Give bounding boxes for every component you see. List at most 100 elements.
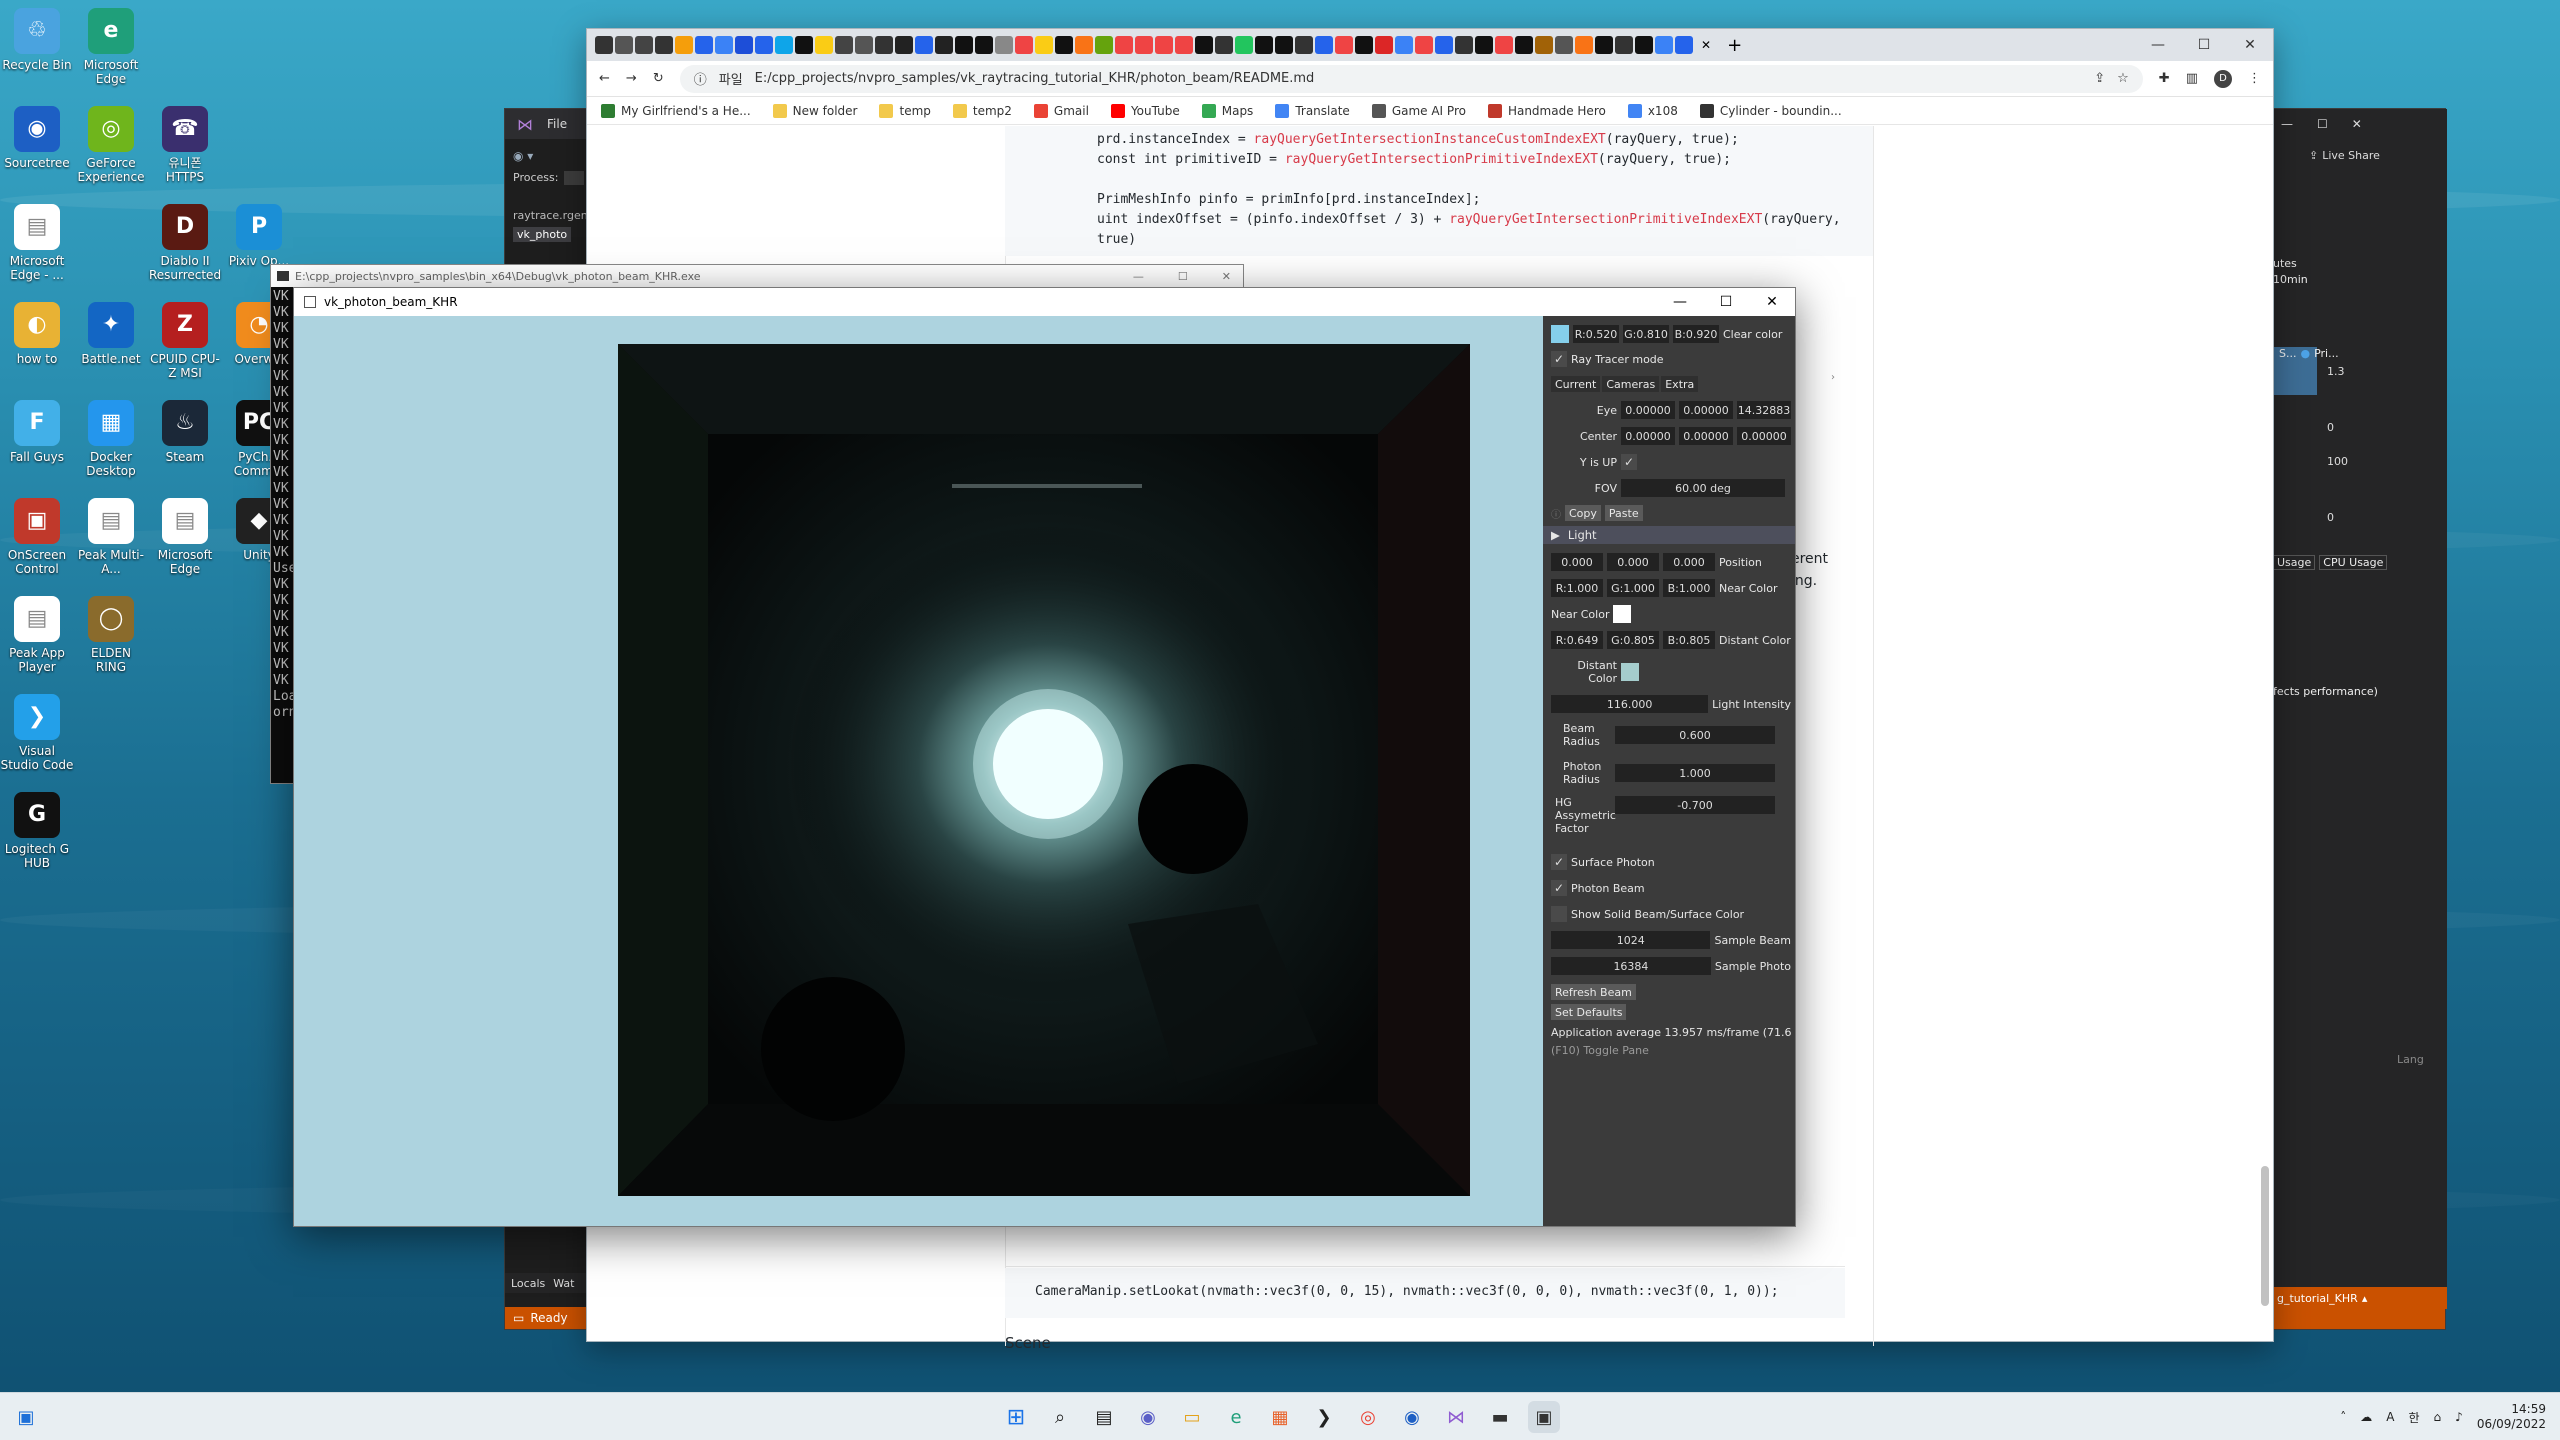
clear-color-g[interactable]: G:0.810	[1623, 325, 1669, 343]
browser-tab-favicon[interactable]	[1195, 36, 1213, 54]
close-icon[interactable]: ✕	[1222, 270, 1231, 283]
surface-photon-checkbox[interactable]: ✓	[1551, 854, 1567, 870]
clock[interactable]: 14:59 06/09/2022	[2477, 1402, 2546, 1432]
desktop-icon[interactable]: ♲ Recycle Bin	[0, 8, 74, 72]
desktop-icon[interactable]: F Fall Guys	[0, 400, 74, 464]
y-is-up-checkbox[interactable]: ✓	[1621, 454, 1637, 470]
browser-scrollbar[interactable]	[2261, 1166, 2269, 1306]
browser-tab-favicon[interactable]	[1455, 36, 1473, 54]
minimize-icon[interactable]: —	[2281, 117, 2293, 131]
browser-tab-favicon[interactable]	[1435, 36, 1453, 54]
browser-tab-favicon[interactable]	[635, 36, 653, 54]
eye-z[interactable]: 14.32883	[1737, 401, 1791, 419]
browser-tab-favicon[interactable]	[735, 36, 753, 54]
vs-live-share[interactable]: ⇪ Live Share	[2309, 149, 2380, 162]
fov-slider[interactable]: 60.00 deg	[1621, 479, 1785, 497]
hg-factor-slider[interactable]: -0.700	[1615, 796, 1775, 814]
forward-arrow-icon[interactable]: →	[626, 71, 637, 86]
console-taskbar-icon[interactable]: ▬	[1484, 1401, 1516, 1433]
desktop-icon[interactable]: ◎ GeForce Experience	[74, 106, 148, 184]
desktop-icon[interactable]: ▤ Peak Multi-A...	[74, 498, 148, 576]
maximize-icon[interactable]: ☐	[1178, 270, 1188, 283]
terminal-icon[interactable]: ❯	[1308, 1401, 1340, 1433]
distant-color-b[interactable]: B:0.805	[1663, 631, 1715, 649]
bookmark-item[interactable]: Maps	[1201, 103, 1253, 118]
browser-tab-favicon[interactable]	[1515, 36, 1533, 54]
browser-tab-favicon[interactable]	[1295, 36, 1313, 54]
desktop-icon[interactable]: ◯ ELDEN RING	[74, 596, 148, 674]
desktop-icon[interactable]: ✦ Battle.net	[74, 302, 148, 366]
browser-tab-favicon[interactable]	[975, 36, 993, 54]
browser-tab-favicon[interactable]	[1035, 36, 1053, 54]
bookmark-item[interactable]: YouTube	[1110, 103, 1180, 118]
copy-button[interactable]: Copy	[1565, 505, 1601, 521]
ray-tracer-mode-checkbox[interactable]: ✓	[1551, 351, 1567, 367]
browser-tab-favicon[interactable]	[815, 36, 833, 54]
minimize-icon[interactable]: —	[2135, 29, 2181, 61]
tab-extra[interactable]: Extra	[1661, 376, 1699, 392]
distant-color-r[interactable]: R:0.649	[1551, 631, 1603, 649]
vs-branch[interactable]: g_tutorial_KHR	[2277, 1292, 2358, 1305]
position-z[interactable]: 0.000	[1663, 553, 1715, 571]
close-icon[interactable]: ✕	[1749, 288, 1795, 316]
bookmark-item[interactable]: Gmail	[1033, 103, 1089, 118]
bookmark-item[interactable]: Game AI Pro	[1371, 103, 1466, 118]
clear-color-swatch[interactable]	[1551, 325, 1569, 343]
vs-usage-tab[interactable]: Usage	[2273, 555, 2316, 570]
browser-tab-favicon[interactable]	[1135, 36, 1153, 54]
clear-color-r[interactable]: R:0.520	[1573, 325, 1619, 343]
browser-tab-favicon[interactable]	[1475, 36, 1493, 54]
vs-tab-raytrace[interactable]: raytrace.rgen	[513, 209, 588, 222]
bookmark-item[interactable]: New folder	[772, 103, 857, 118]
photon-radius-slider[interactable]: 1.000	[1615, 764, 1775, 782]
kebab-menu-icon[interactable]: ⋮	[2248, 71, 2261, 86]
desktop-icon[interactable]: ▤ Peak App Player	[0, 596, 74, 674]
desktop-icon[interactable]: ◐ how to	[0, 302, 74, 366]
browser-tab-favicon[interactable]	[1635, 36, 1653, 54]
tab-cameras[interactable]: Cameras	[1602, 376, 1660, 392]
browser-tab-favicon[interactable]	[655, 36, 673, 54]
browser-tab-favicon[interactable]	[795, 36, 813, 54]
star-icon[interactable]: ☆	[2117, 71, 2129, 86]
edge-icon[interactable]: e	[1220, 1401, 1252, 1433]
browser-tab-favicon[interactable]	[1615, 36, 1633, 54]
browser-tab-favicon[interactable]	[1375, 36, 1393, 54]
reload-icon[interactable]: ↻	[653, 71, 664, 86]
browser-tab-favicon[interactable]	[675, 36, 693, 54]
browser-tab-favicon[interactable]	[995, 36, 1013, 54]
browser-tab-favicon[interactable]	[1275, 36, 1293, 54]
browser-tab-favicon[interactable]	[1395, 36, 1413, 54]
desktop-icon[interactable]: ❯ Visual Studio Code	[0, 694, 74, 772]
vs-watch-tab[interactable]: Wat	[553, 1277, 574, 1290]
tray-chevron-up-icon[interactable]: ˄	[2340, 1410, 2346, 1424]
desktop-icon[interactable]: G Logitech G HUB	[0, 792, 74, 870]
url-text[interactable]: E:/cpp_projects/nvpro_samples/vk_raytrac…	[755, 71, 1315, 86]
browser-tab-favicon[interactable]	[715, 36, 733, 54]
bookmark-item[interactable]: temp	[879, 103, 931, 118]
browser-tab-favicon[interactable]	[875, 36, 893, 54]
browser-tab-favicon[interactable]	[1315, 36, 1333, 54]
vk-app-taskbar-icon[interactable]: ▣	[1528, 1401, 1560, 1433]
desktop-icon[interactable]: D Diablo II Resurrected	[148, 204, 222, 282]
back-arrow-icon[interactable]: ←	[599, 71, 610, 86]
clear-color-b[interactable]: B:0.920	[1673, 325, 1719, 343]
bookmark-item[interactable]: Translate	[1275, 103, 1350, 118]
browser-tab-favicon[interactable]	[835, 36, 853, 54]
set-defaults-button[interactable]: Set Defaults	[1551, 1004, 1627, 1020]
visual-studio-icon[interactable]: ⋈	[1440, 1401, 1472, 1433]
vs-tab-photon[interactable]: vk_photo	[513, 227, 572, 242]
maximize-icon[interactable]: ☐	[1703, 288, 1749, 316]
browser-tab-favicon[interactable]	[1055, 36, 1073, 54]
vs-toolbar-icon[interactable]: ◉ ▾	[513, 149, 533, 163]
browser-tab-favicon[interactable]	[1555, 36, 1573, 54]
browser-tab-favicon[interactable]	[1155, 36, 1173, 54]
browser-tab-favicon[interactable]	[1595, 36, 1613, 54]
new-tab-icon[interactable]: +	[1727, 35, 1742, 56]
browser-tab-favicon[interactable]	[755, 36, 773, 54]
distant-color-swatch[interactable]	[1621, 663, 1639, 681]
browser-tab-favicon[interactable]	[695, 36, 713, 54]
center-z[interactable]: 0.00000	[1737, 427, 1791, 445]
close-tab-icon[interactable]: ✕	[1701, 38, 1711, 52]
info-icon[interactable]: ⓘ	[694, 69, 707, 88]
browser-tab-favicon[interactable]	[1415, 36, 1433, 54]
